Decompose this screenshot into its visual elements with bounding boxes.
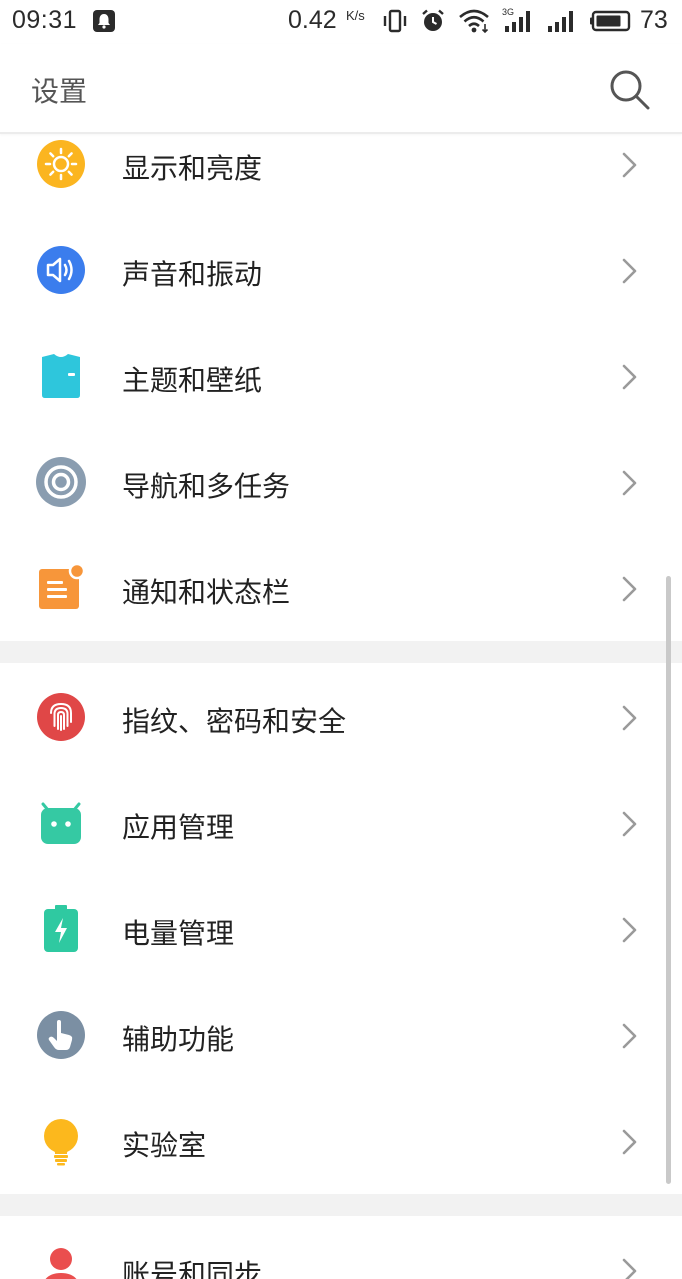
tshirt-icon (42, 354, 80, 398)
chevron-right-icon (622, 470, 637, 496)
net-speed-unit: K/s (346, 8, 365, 23)
touch-hand-icon (37, 1011, 85, 1059)
search-icon (610, 70, 650, 110)
settings-item-label: 电量管理 (122, 917, 235, 950)
section-divider (0, 1194, 682, 1216)
settings-item-apps[interactable]: 应用管理 (0, 770, 668, 876)
chevron-right-icon (622, 258, 637, 284)
settings-item-label: 实验室 (122, 1129, 207, 1162)
battery-percent: 73 (640, 6, 668, 34)
chevron-right-icon (622, 917, 637, 943)
notification-bell-icon (93, 10, 115, 32)
settings-item-accessibility[interactable]: 辅助功能 (0, 982, 668, 1088)
settings-item-sound[interactable]: 声音和振动 (0, 217, 668, 323)
settings-item-lab[interactable]: 实验室 (0, 1088, 668, 1194)
chevron-right-icon (622, 1258, 637, 1279)
settings-item-label: 显示和亮度 (122, 152, 263, 185)
chevron-right-icon (622, 1023, 637, 1049)
status-bar: 09:31 0.42 K/s 3G 73 (0, 0, 682, 44)
chevron-right-icon (622, 811, 637, 837)
alarm-icon (422, 9, 444, 31)
chevron-right-icon (622, 705, 637, 731)
chevron-right-icon (622, 152, 637, 178)
status-time: 09:31 (12, 6, 78, 34)
chevron-right-icon (622, 576, 637, 602)
page-title: 设置 (31, 75, 88, 108)
person-icon (45, 1248, 77, 1279)
scrollbar[interactable] (666, 576, 671, 1184)
notification-note-icon (39, 563, 86, 609)
settings-item-notifications[interactable]: 通知和状态栏 (0, 535, 668, 641)
brightness-icon (37, 140, 85, 188)
settings-item-label: 通知和状态栏 (122, 576, 291, 609)
battery-charge-icon (44, 905, 78, 952)
settings-item-label: 账号和同步 (122, 1258, 263, 1279)
speaker-icon (37, 246, 85, 294)
navigation-ring-icon (36, 457, 86, 507)
vibrate-icon (383, 9, 407, 33)
battery-icon (590, 10, 631, 32)
settings-item-label: 声音和振动 (122, 258, 263, 291)
signal-icon (548, 11, 573, 32)
chevron-right-icon (622, 1129, 637, 1155)
fingerprint-icon (37, 693, 85, 741)
settings-item-label: 主题和壁纸 (122, 364, 263, 397)
settings-item-theme[interactable]: 主题和壁纸 (0, 323, 668, 429)
lightbulb-icon (44, 1119, 78, 1166)
settings-item-account[interactable]: 账号和同步 (0, 1217, 668, 1279)
section-divider (0, 641, 682, 663)
android-robot-icon (41, 802, 81, 844)
signal-3g-icon (505, 11, 530, 32)
settings-item-label: 应用管理 (122, 811, 235, 844)
settings-item-display[interactable]: 显示和亮度 (0, 111, 668, 217)
chevron-right-icon (622, 364, 637, 390)
settings-item-label: 导航和多任务 (122, 470, 291, 503)
settings-item-label: 指纹、密码和安全 (122, 705, 347, 738)
settings-item-security[interactable]: 指纹、密码和安全 (0, 664, 668, 770)
settings-item-battery[interactable]: 电量管理 (0, 876, 668, 982)
settings-item-label: 辅助功能 (122, 1023, 235, 1056)
settings-item-navigation[interactable]: 导航和多任务 (0, 429, 668, 535)
search-button[interactable] (606, 66, 652, 112)
wifi-icon (459, 9, 489, 34)
net-speed-value: 0.42 (288, 6, 337, 34)
settings-screen: 09:31 0.42 K/s 3G 73 设置 显示和亮度 声音和振动 主题和壁… (0, 0, 682, 1279)
